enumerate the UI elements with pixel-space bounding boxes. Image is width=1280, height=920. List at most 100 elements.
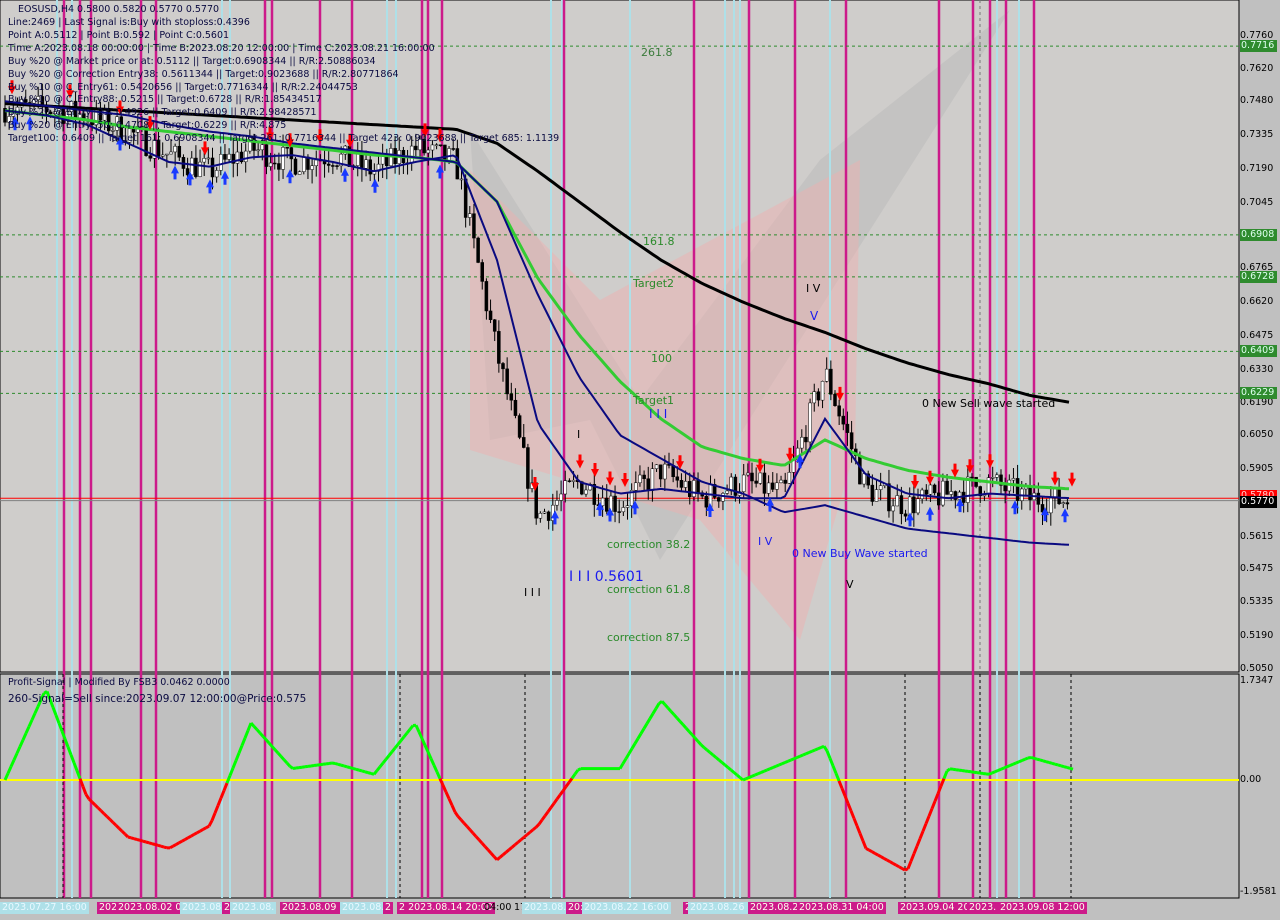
new-sell-wave-label: 0 New Sell wave started [922, 397, 1056, 410]
oscillator-segment [133, 837, 138, 841]
candle-body [721, 493, 725, 502]
oscillator-segment [187, 834, 192, 840]
oscillator-segment [763, 768, 768, 773]
candle-body [1065, 502, 1070, 505]
candle-body [414, 145, 418, 151]
candle-body [617, 511, 621, 513]
candle-body [546, 511, 551, 521]
oscillator-segment [160, 844, 165, 849]
candle-body [845, 423, 850, 433]
candle-body [654, 464, 659, 469]
time-axis-label: 2 2023.08.14 20:00 [397, 902, 495, 914]
oscillator-segment [1018, 759, 1023, 764]
candle-body [443, 144, 447, 162]
level-price-label: 0.6229 [1240, 387, 1277, 400]
oscillator-segment [499, 853, 504, 859]
candle-body [214, 170, 219, 178]
oscillator-segment [1051, 761, 1056, 766]
oscillator-segment [205, 824, 210, 830]
candle-body [808, 402, 812, 443]
oscillator-segment [139, 838, 144, 843]
candle-body [484, 281, 489, 312]
signal-info-line: Line:2469 | Last Signal is:Buy with stop… [8, 17, 250, 28]
oscillator-segment [102, 812, 109, 818]
candle-body [426, 149, 431, 154]
candle-body [542, 511, 547, 514]
oscillator-segment [811, 748, 816, 753]
candle-body [932, 484, 937, 494]
candle-body [1049, 497, 1053, 514]
candle-body [571, 479, 576, 482]
candle-body [741, 474, 746, 492]
oscillator-segment [997, 767, 1002, 772]
time-axis-label: 2023.09.08 12:00 [998, 902, 1087, 914]
oscillator-segment [352, 767, 357, 771]
candle-body [185, 168, 190, 176]
candle-body [501, 363, 505, 370]
candle-body [360, 152, 364, 169]
oscillator-segment [799, 753, 804, 758]
oscillator-segment [724, 763, 729, 769]
candle-body [750, 472, 754, 482]
candle-body [289, 147, 294, 160]
candle-body [941, 480, 945, 506]
time-axis-label: 2023.08. [180, 902, 227, 914]
candle-body [513, 399, 518, 416]
oscillator-segment [105, 815, 112, 821]
price-tick-label: 0.5050 [1240, 662, 1274, 674]
price-tick-label: 0.5475 [1240, 563, 1274, 575]
oscillator-segment [721, 761, 726, 767]
wave-i-label: I [577, 428, 581, 441]
fib-100-label: 100 [651, 352, 672, 365]
candle-body [459, 178, 464, 181]
candle-body [995, 474, 999, 478]
candle-body [268, 162, 273, 167]
candle-body [293, 158, 298, 175]
oscillator-segment [526, 831, 531, 836]
oscillator-segment [706, 748, 711, 754]
candle-body [326, 163, 331, 166]
wave-iii-top-label: I I I [649, 407, 668, 421]
oscillator-segment [817, 746, 822, 751]
signal-info-line: Buy %20 @ Entry -50: 0.4708 || Target:0.… [8, 120, 287, 132]
oscillator-segment [367, 771, 372, 775]
candle-body [621, 507, 626, 513]
oscillator-segment [190, 833, 195, 838]
oscillator-segment [145, 840, 150, 845]
oscillator-segment [745, 776, 750, 781]
candle-body [409, 145, 414, 164]
candle-body [335, 165, 339, 167]
candle-body [314, 159, 318, 167]
signal-info-line: Point A:0.5112 | Point B:0.592 | Point C… [8, 29, 230, 41]
candle-body [1036, 492, 1041, 505]
oscillator-segment [994, 769, 999, 774]
candle-body [924, 489, 929, 495]
candle-body [202, 158, 206, 163]
oscillator-segment [181, 838, 186, 843]
candle-body [160, 154, 165, 157]
oscillator-segment [529, 828, 534, 834]
candle-body [957, 491, 962, 500]
candle-body [1061, 502, 1065, 504]
candle-body [430, 144, 435, 151]
time-axis-label: 04:00 [484, 902, 512, 913]
oscillator-segment [760, 769, 765, 774]
signal-info-line: Time A:2023.08.18 00:00:00 | Time B:2023… [8, 42, 435, 54]
time-axis-label: 2023.08.22 16:00 [582, 902, 671, 914]
oscillator-segment [757, 771, 762, 776]
candle-body [210, 157, 215, 178]
oscillator-segment [904, 867, 909, 872]
oscillator-segment [154, 843, 159, 847]
signal-info-line: Buy %10 @ C_Entry61: 0.5420656 || Target… [8, 81, 358, 93]
price-tick-label: 0.6475 [1240, 329, 1274, 341]
candle-body [451, 148, 455, 150]
oscillator-segment [151, 842, 156, 846]
candle-body [302, 156, 306, 172]
candle-body [260, 144, 265, 151]
candle-body [480, 262, 484, 282]
candle-body [638, 474, 642, 484]
candle-body [837, 405, 841, 417]
candle-body [642, 474, 646, 479]
oscillator-segment [1063, 765, 1068, 769]
oscillator-segment [523, 833, 528, 839]
